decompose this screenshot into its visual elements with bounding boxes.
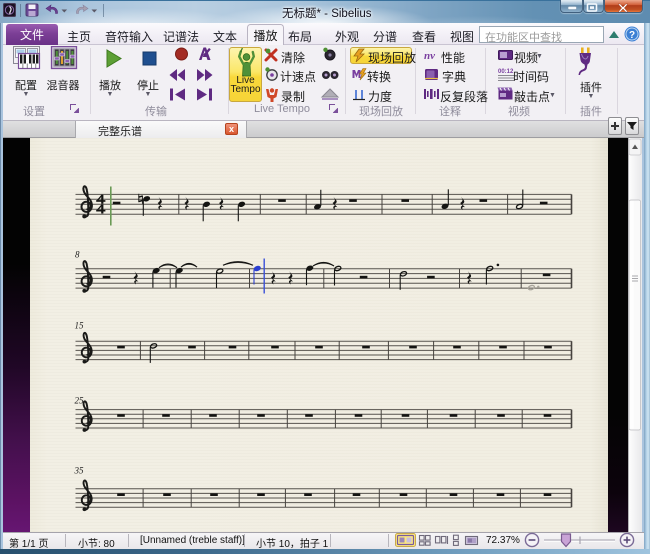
svg-text:15: 15	[75, 321, 85, 331]
svg-text:8: 8	[75, 250, 80, 260]
svg-text:35: 35	[74, 466, 85, 476]
svg-text:25: 25	[75, 396, 85, 406]
